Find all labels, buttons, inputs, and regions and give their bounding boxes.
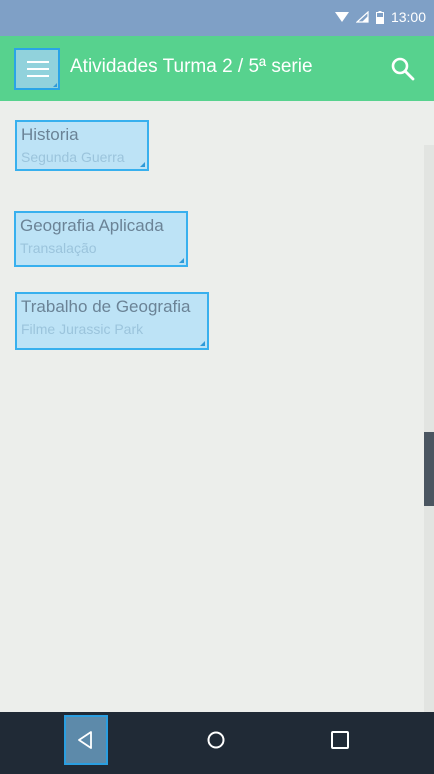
list-item-title: Trabalho de Geografia (21, 297, 191, 316)
menu-button[interactable] (14, 48, 60, 90)
app-bar: Atividades Turma 2 / 5ª serie (0, 36, 434, 101)
home-circle-icon[interactable] (206, 730, 226, 750)
scrollbar-track[interactable] (424, 145, 434, 712)
wifi-icon (334, 12, 349, 22)
navigation-bar (0, 712, 434, 774)
hamburger-menu-icon (27, 61, 49, 77)
list-item-title: Historia (21, 125, 79, 144)
recents-square-icon[interactable] (331, 731, 349, 749)
resize-handle (200, 341, 205, 346)
back-button[interactable] (64, 715, 108, 765)
list-item-historia[interactable]: Historia Segunda Guerra (15, 120, 149, 171)
list-item-trabalho-de-geografia[interactable]: Trabalho de Geografia Filme Jurassic Par… (15, 292, 209, 350)
signal-icon (355, 11, 369, 23)
list-item-subtitle: Filme Jurassic Park (21, 321, 144, 337)
scrollbar-thumb[interactable] (424, 432, 434, 506)
list-item-geografia-aplicada[interactable]: Geografia Aplicada Transalação (14, 211, 188, 267)
activity-list: Historia Segunda Guerra Geografia Aplica… (0, 101, 434, 712)
status-icons: 13:00 (334, 9, 426, 25)
status-time: 13:00 (390, 9, 426, 25)
list-item-title: Geografia Aplicada (20, 216, 164, 235)
back-triangle-icon (78, 731, 92, 749)
status-bar: 13:00 (0, 0, 434, 36)
list-item-subtitle: Transalação (20, 240, 97, 256)
page-title: Atividades Turma 2 / 5ª serie (70, 56, 313, 77)
search-icon[interactable] (390, 56, 416, 82)
list-item-subtitle: Segunda Guerra (21, 149, 125, 165)
resize-handle (140, 162, 145, 167)
battery-icon (375, 10, 384, 24)
resize-handle (179, 258, 184, 263)
